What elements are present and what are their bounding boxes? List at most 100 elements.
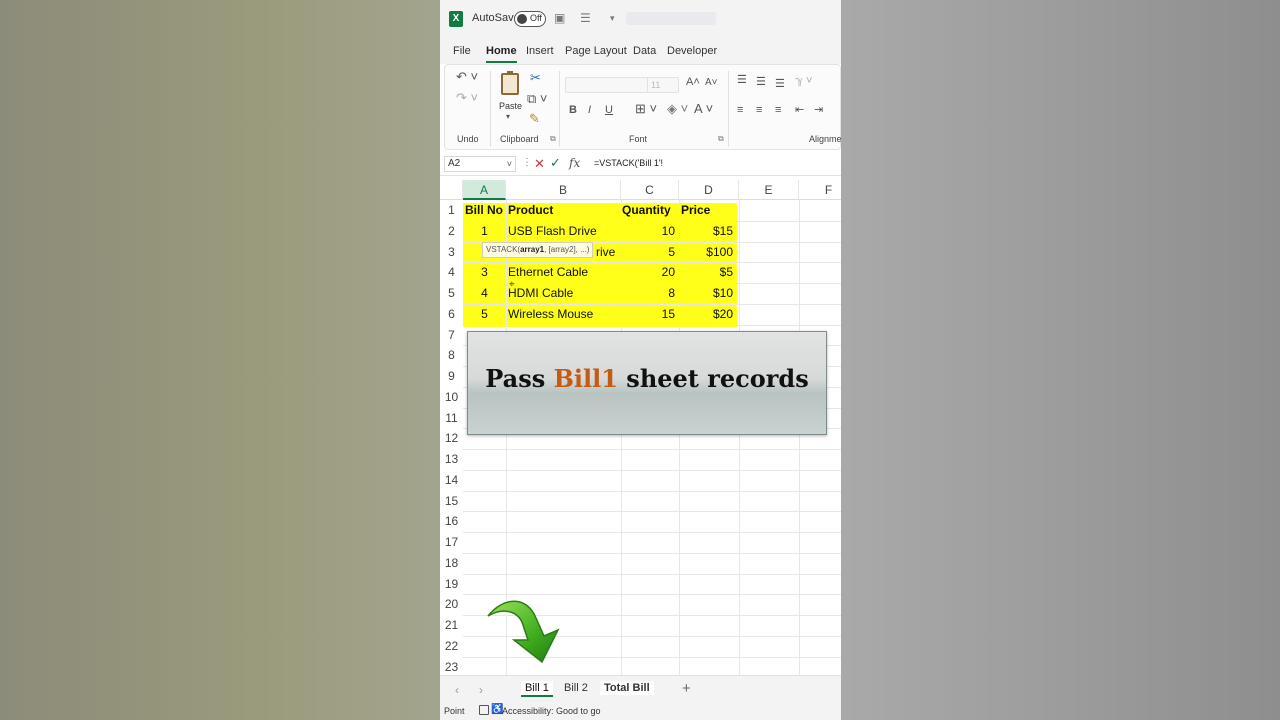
sheet-tab-bill-2[interactable]: Bill 2: [560, 681, 592, 695]
orientation-icon[interactable]: ℽ ˅: [795, 74, 812, 88]
row-header[interactable]: 12: [440, 428, 463, 449]
tab-developer[interactable]: Developer: [667, 45, 717, 57]
row-header[interactable]: 5: [440, 283, 463, 304]
table-cell[interactable]: 5: [463, 304, 506, 325]
table-cell[interactable]: Ethernet Cable: [506, 262, 621, 283]
row-header[interactable]: 9: [440, 366, 463, 387]
align-right-icon[interactable]: ≡: [775, 103, 781, 117]
autosave-toggle[interactable]: Off: [514, 11, 546, 27]
more-options-icon[interactable]: ⋮: [522, 157, 532, 168]
undo-icon[interactable]: ↶ ˅: [456, 70, 478, 84]
tab-home[interactable]: Home: [486, 45, 517, 63]
table-cell[interactable]: 20: [621, 262, 679, 283]
column-header-a[interactable]: A: [463, 180, 506, 200]
header-cell-price[interactable]: Price: [679, 200, 737, 221]
table-cell[interactable]: Wireless Mouse: [506, 304, 621, 325]
table-cell[interactable]: 8: [621, 283, 679, 304]
name-box[interactable]: A2 ˅: [444, 156, 516, 172]
row-header[interactable]: 1: [440, 200, 463, 221]
header-cell-quantity[interactable]: Quantity: [621, 200, 679, 221]
header-cell-bill-no[interactable]: Bill No: [464, 200, 508, 221]
paste-dropdown-icon[interactable]: ▾: [506, 112, 510, 121]
align-center-icon[interactable]: ≡: [756, 103, 762, 117]
underline-icon[interactable]: U: [605, 103, 613, 117]
table-cell[interactable]: $20: [679, 304, 737, 325]
macro-record-icon[interactable]: [479, 705, 489, 715]
row-header[interactable]: 8: [440, 345, 463, 366]
row-header[interactable]: 11: [440, 407, 463, 429]
copy-icon[interactable]: ⧉ ˅: [527, 92, 548, 106]
increase-font-icon[interactable]: A˄: [686, 75, 700, 89]
table-cell[interactable]: $10: [679, 283, 737, 304]
sheet-tab-total-bill[interactable]: Total Bill: [600, 681, 654, 695]
table-cell[interactable]: 1: [463, 221, 506, 242]
table-cell[interactable]: 10: [621, 221, 679, 242]
table-cell[interactable]: 15: [621, 304, 679, 325]
row-header[interactable]: 18: [440, 552, 463, 574]
table-cell[interactable]: USB Flash Drive: [506, 221, 621, 242]
row-header[interactable]: 4: [440, 262, 463, 283]
clipboard-launcher-icon[interactable]: ⧉: [550, 134, 556, 144]
formula-input[interactable]: =VSTACK('Bill 1'!: [594, 158, 663, 168]
font-size-box[interactable]: 11: [647, 77, 679, 93]
borders-icon[interactable]: ⊞ ˅: [635, 102, 657, 116]
column-header-b[interactable]: B: [506, 180, 621, 200]
prev-sheet-icon[interactable]: ‹: [455, 683, 459, 697]
table-cell[interactable]: $15: [679, 221, 737, 242]
row-header[interactable]: 21: [440, 615, 463, 636]
insert-function-icon[interactable]: fx: [569, 156, 580, 170]
row-header[interactable]: 19: [440, 573, 463, 595]
customize-toolbar-icon[interactable]: ▾: [610, 13, 615, 24]
header-cell-product[interactable]: Product: [506, 200, 621, 221]
save-icon[interactable]: ▣: [554, 11, 565, 25]
row-header[interactable]: 2: [440, 220, 463, 242]
align-bottom-icon[interactable]: ☰: [775, 77, 785, 91]
tab-file[interactable]: File: [453, 45, 471, 57]
table-cell[interactable]: HDMI Cable: [506, 283, 621, 304]
chevron-down-icon[interactable]: ˅: [507, 157, 512, 171]
format-painter-icon[interactable]: ✎: [529, 112, 540, 126]
accessibility-status[interactable]: Accessibility: Good to go: [502, 706, 601, 716]
function-tooltip[interactable]: VSTACK(array1, [array2], ...): [482, 242, 594, 258]
row-header[interactable]: 3: [440, 241, 463, 263]
increase-indent-icon[interactable]: ⇥: [814, 103, 823, 117]
column-header-f[interactable]: F: [799, 180, 841, 200]
row-header[interactable]: 13: [440, 449, 463, 470]
add-sheet-icon[interactable]: +: [682, 680, 691, 697]
tab-data[interactable]: Data: [633, 45, 656, 57]
font-color-icon[interactable]: A ˅: [694, 102, 713, 116]
fill-color-icon[interactable]: ◈ ˅: [667, 102, 688, 116]
sheet-tab-bill-1[interactable]: Bill 1: [521, 681, 553, 697]
row-header[interactable]: 20: [440, 594, 463, 615]
tab-insert[interactable]: Insert: [526, 45, 554, 57]
table-cell[interactable]: 4: [463, 283, 506, 304]
tab-page-layout[interactable]: Page Layout: [565, 45, 627, 57]
row-header[interactable]: 10: [440, 386, 463, 408]
redo-icon[interactable]: ↷ ˅: [456, 91, 478, 105]
table-cell[interactable]: $5: [679, 262, 737, 283]
row-header[interactable]: 16: [440, 511, 463, 532]
decrease-font-icon[interactable]: A˅: [705, 76, 718, 90]
table-cell[interactable]: 5: [621, 242, 679, 263]
italic-icon[interactable]: I: [588, 103, 591, 117]
table-cell[interactable]: rive: [596, 242, 621, 263]
column-header-e[interactable]: E: [739, 180, 799, 200]
row-header[interactable]: 15: [440, 490, 463, 512]
align-left-icon[interactable]: ≡: [737, 103, 743, 117]
next-sheet-icon[interactable]: ›: [479, 683, 483, 697]
row-header[interactable]: 22: [440, 635, 463, 657]
column-header-c[interactable]: C: [621, 180, 679, 200]
font-launcher-icon[interactable]: ⧉: [718, 134, 724, 144]
cancel-entry-icon[interactable]: ✕: [534, 156, 545, 172]
table-cell[interactable]: $100: [679, 242, 737, 263]
row-header[interactable]: 17: [440, 532, 463, 553]
cut-icon[interactable]: ✂: [530, 71, 541, 85]
align-middle-icon[interactable]: ☰: [756, 75, 766, 89]
select-all-corner[interactable]: [440, 180, 463, 200]
paste-label[interactable]: Paste: [499, 101, 522, 111]
paste-icon[interactable]: [501, 71, 519, 95]
row-header[interactable]: 7: [440, 324, 463, 346]
bold-icon[interactable]: B: [569, 103, 577, 117]
row-header[interactable]: 14: [440, 469, 463, 491]
row-header[interactable]: 6: [440, 303, 463, 325]
